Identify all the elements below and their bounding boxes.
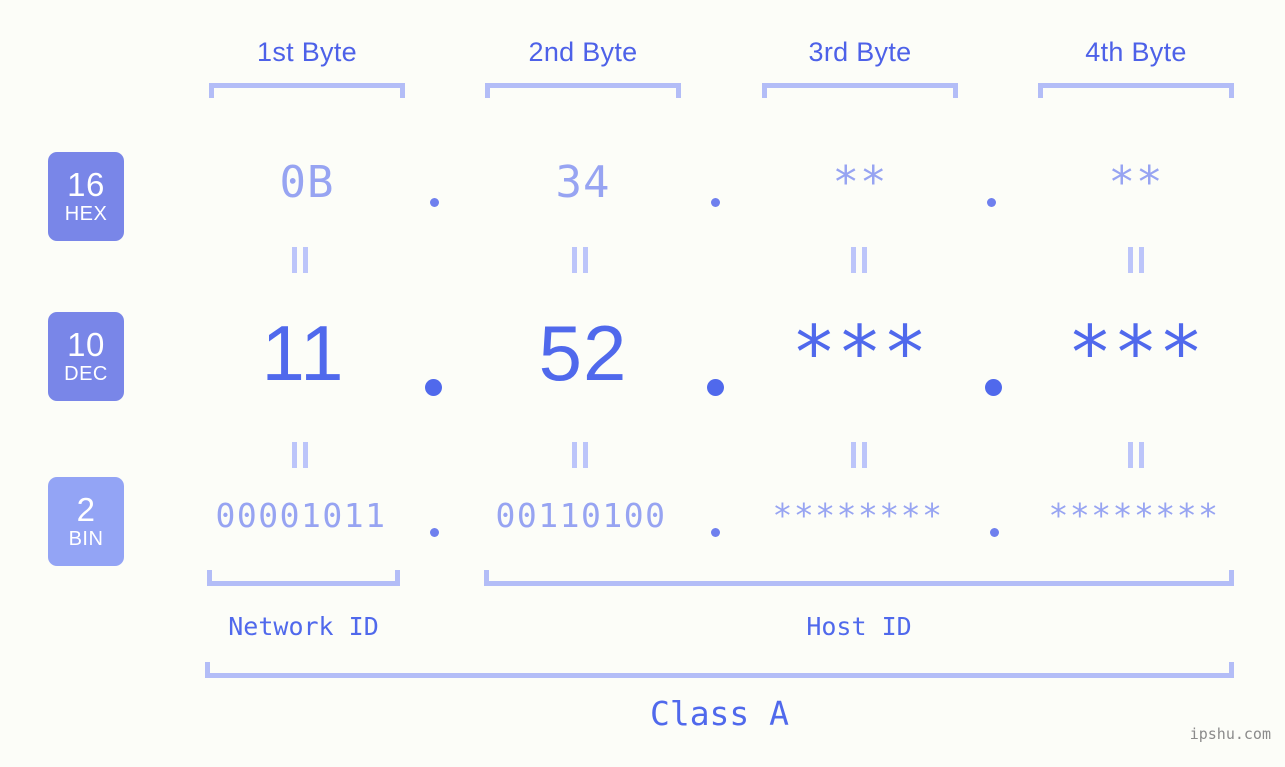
equals-marker-byte-2-dec-bin <box>572 442 588 468</box>
byte-2-top-bracket <box>485 83 681 98</box>
radix-badge-dec-name: DEC <box>64 362 108 385</box>
bin-byte-1-value: 00001011 <box>215 496 387 535</box>
bin-byte-2-value: 00110100 <box>495 496 667 535</box>
bin-separator-dot-1 <box>430 528 439 537</box>
equals-marker-byte-4-hex-dec <box>1128 247 1144 273</box>
byte-4-top-bracket <box>1038 83 1234 98</box>
hex-byte-1-value: 0B <box>279 157 335 208</box>
bin-separator-dot-3 <box>990 528 999 537</box>
ip-byte-breakdown-diagram: 1st Byte 2nd Byte 3rd Byte 4th Byte 16 H… <box>0 0 1285 767</box>
dec-byte-1-value: 11 <box>261 309 345 397</box>
equals-marker-byte-3-hex-dec <box>851 247 867 273</box>
byte-3-top-bracket <box>762 83 958 98</box>
byte-4-header-label: 4th Byte <box>1085 37 1187 67</box>
radix-badge-dec-number: 10 <box>67 325 105 363</box>
radix-badge-bin-number: 2 <box>76 490 96 528</box>
hex-byte-3-value: ** <box>832 157 888 208</box>
dec-separator-dot-3 <box>985 379 1002 396</box>
byte-1-top-bracket <box>209 83 405 98</box>
dec-separator-dot-2 <box>707 379 724 396</box>
dec-byte-4-value: *** <box>1067 310 1205 396</box>
equals-marker-byte-2-hex-dec <box>572 247 588 273</box>
dec-separator-dot-1 <box>425 379 442 396</box>
radix-badge-hex-name: HEX <box>64 202 108 225</box>
dec-byte-2-value: 52 <box>538 309 628 397</box>
radix-badge-dec: 10 DEC <box>48 312 124 401</box>
hex-byte-4-value: ** <box>1108 157 1164 208</box>
network-id-bracket <box>207 570 400 586</box>
bin-byte-4-value: ******** <box>1048 496 1220 535</box>
dec-byte-3-value: *** <box>791 310 929 396</box>
hex-byte-2-value: 34 <box>555 157 611 208</box>
bin-separator-dot-2 <box>711 528 720 537</box>
radix-badge-hex-number: 16 <box>67 165 105 203</box>
equals-marker-byte-3-dec-bin <box>851 442 867 468</box>
byte-1-header-label: 1st Byte <box>257 37 357 67</box>
class-bracket <box>205 662 1234 678</box>
hex-separator-dot-2 <box>711 198 720 207</box>
bin-byte-3-value: ******** <box>772 496 944 535</box>
hex-separator-dot-3 <box>987 198 996 207</box>
equals-marker-byte-1-dec-bin <box>292 442 308 468</box>
site-watermark: ipshu.com <box>1189 725 1271 743</box>
equals-marker-byte-4-dec-bin <box>1128 442 1144 468</box>
radix-badge-bin: 2 BIN <box>48 477 124 566</box>
host-id-label: Host ID <box>806 612 912 641</box>
class-label: Class A <box>649 694 790 733</box>
hex-separator-dot-1 <box>430 198 439 207</box>
byte-3-header-label: 3rd Byte <box>808 37 912 67</box>
radix-badge-bin-name: BIN <box>68 527 104 550</box>
equals-marker-byte-1-hex-dec <box>292 247 308 273</box>
radix-badge-hex: 16 HEX <box>48 152 124 241</box>
network-id-label: Network ID <box>228 612 379 641</box>
host-id-bracket <box>484 570 1234 586</box>
byte-2-header-label: 2nd Byte <box>528 37 638 67</box>
